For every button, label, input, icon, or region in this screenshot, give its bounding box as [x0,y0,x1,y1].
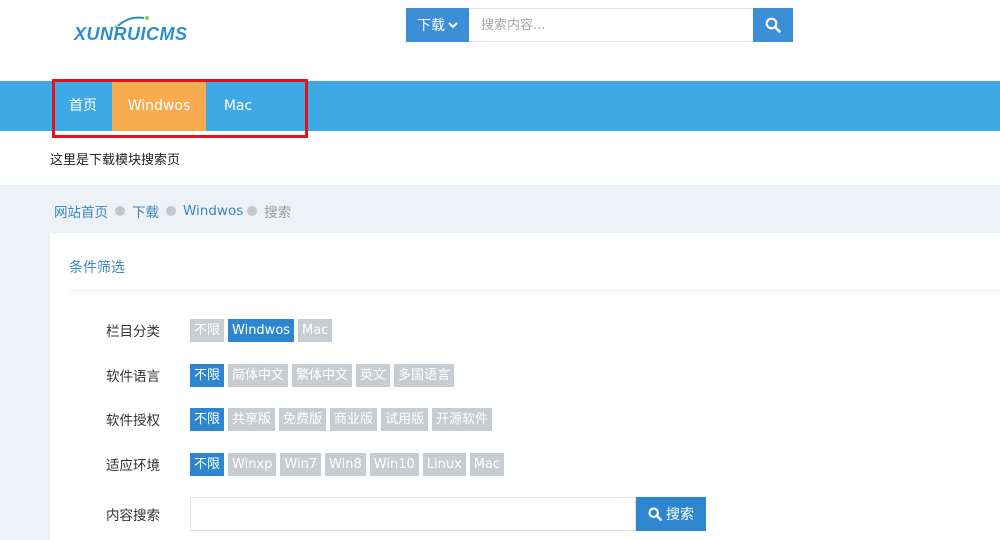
filter-option[interactable]: 商业版 [330,407,378,431]
filter-label: 软件语言 [106,369,160,385]
filter-row-license: 软件授权 不限 共享版 免费版 商业版 试用版 开源软件 [106,407,493,431]
filter-options: 不限 Windwos Mac [190,318,333,342]
filter-label: 栏目分类 [106,324,160,340]
breadcrumb-separator-icon [166,206,176,216]
filter-option[interactable]: 简体中文 [228,363,289,387]
filter-option[interactable]: 开源软件 [432,407,493,431]
nav-item-windwos[interactable]: Windwos [112,81,206,131]
filter-options: 不限 共享版 免费版 商业版 试用版 开源软件 [190,407,493,431]
logo-text: XUNRUICMS [74,24,188,44]
filter-option[interactable]: Linux [422,452,466,476]
filter-option[interactable]: 试用版 [381,407,429,431]
site-logo[interactable]: XUNRUICMS [74,14,194,54]
breadcrumb-current: 搜索 [264,205,292,221]
breadcrumb-separator-icon [115,206,125,216]
keyword-search-button-label: 搜索 [666,507,694,523]
filter-option[interactable]: Winxp [228,452,277,476]
breadcrumb-home[interactable]: 网站首页 [54,201,108,221]
site-header: XUNRUICMS 下载 [0,0,1000,82]
filter-option[interactable]: 不限 [190,318,225,342]
search-type-label: 下载 [417,18,445,34]
filter-option[interactable]: 繁体中文 [292,363,353,387]
filter-options: 不限 简体中文 繁体中文 英文 多国语言 [190,363,455,387]
filter-option[interactable]: 免费版 [279,407,327,431]
filter-label: 适应环境 [106,458,160,474]
filter-panel-title: 条件筛选 [69,260,125,276]
keyword-search-button[interactable]: 搜索 [636,497,706,531]
filter-option[interactable]: 不限 [190,407,225,431]
breadcrumb: 网站首页 下载 Windwos 搜索 [54,201,291,221]
filter-option[interactable]: 英文 [356,363,391,387]
search-type-dropdown[interactable]: 下载 [406,8,469,42]
filter-option[interactable]: 不限 [190,452,225,476]
search-icon [648,507,662,521]
filter-option[interactable]: 多国语言 [394,363,455,387]
filter-label: 内容搜索 [106,508,160,524]
filter-option[interactable]: 不限 [190,363,225,387]
main-nav: 首页 Windwos Mac [0,81,1000,131]
filter-panel: 条件筛选 栏目分类 不限 Windwos Mac 软件语言 不限 简体中文 繁体中文 英文… [50,233,1000,540]
search-icon [765,17,781,33]
keyword-search-row: 内容搜索 搜索 [106,497,706,531]
filter-option[interactable]: Win7 [280,452,322,476]
keyword-input[interactable] [190,497,636,531]
filter-label: 软件授权 [106,413,160,429]
filter-row-language: 软件语言 不限 简体中文 繁体中文 英文 多国语言 [106,363,455,387]
filter-option[interactable]: Mac [298,318,333,342]
divider [69,290,1000,291]
filter-option[interactable]: Win8 [325,452,366,476]
filter-row-category: 栏目分类 不限 Windwos Mac [106,318,333,342]
filter-option[interactable]: Windwos [228,318,295,342]
search-bar: 下载 [406,8,793,42]
filter-option[interactable]: Win10 [369,452,419,476]
search-input[interactable] [469,8,753,42]
filter-row-environment: 适应环境 不限 Winxp Win7 Win8 Win10 Linux Mac [106,452,505,476]
breadcrumb-windwos[interactable]: Windwos [183,203,243,219]
nav-item-home[interactable]: 首页 [54,81,112,131]
filter-option[interactable]: 共享版 [228,407,276,431]
filter-options: 不限 Winxp Win7 Win8 Win10 Linux Mac [190,452,505,476]
page-description: 这里是下载模块搜索页 [50,153,181,168]
filter-option[interactable]: Mac [469,452,505,476]
search-button[interactable] [753,8,793,42]
nav-item-mac[interactable]: Mac [206,81,270,131]
chevron-down-icon [448,22,458,29]
breadcrumb-separator-icon [247,206,258,216]
breadcrumb-download[interactable]: 下载 [132,201,159,221]
